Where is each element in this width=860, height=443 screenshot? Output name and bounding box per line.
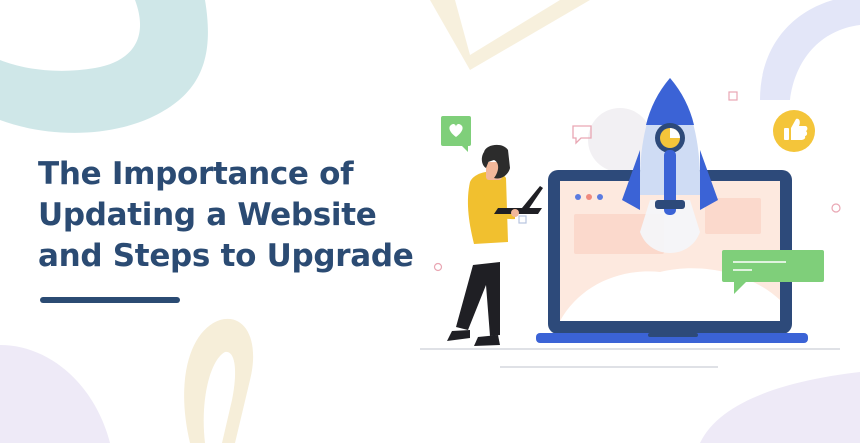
page-title: The Importance of Updating a Website and… (38, 154, 458, 277)
heart-icon (441, 116, 471, 152)
title-line-3: and Steps to Upgrade (38, 238, 414, 274)
small-circle-outline (831, 203, 841, 213)
small-square-outline (518, 215, 527, 224)
thumbs-up-icon (773, 110, 815, 152)
title-underline (40, 297, 180, 303)
lilac-arc-shape (760, 0, 860, 100)
title-line-2: Updating a Website (38, 197, 377, 233)
title-line-1: The Importance of (38, 156, 354, 192)
person-with-laptop (447, 144, 543, 346)
teal-swirl-shape (0, 0, 208, 133)
lilac-dots-blob-right (700, 372, 860, 443)
small-square-outline (728, 91, 738, 101)
lilac-dots-blob-left (0, 345, 110, 443)
